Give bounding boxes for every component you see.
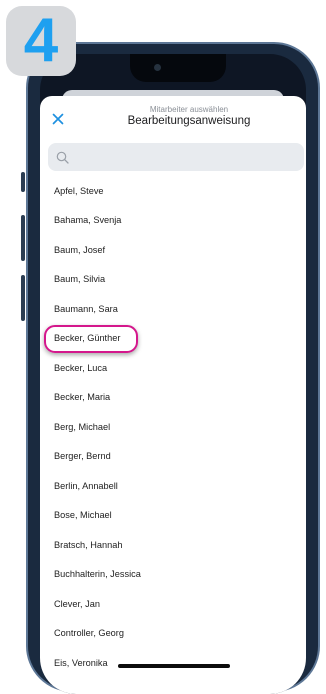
close-icon [52,113,64,125]
list-item[interactable]: Bahama, Svenja [40,206,306,236]
list-item[interactable]: Baum, Silvia [40,265,306,295]
employee-name: Bose, Michael [54,510,112,521]
employee-name: Berger, Bernd [54,451,111,462]
front-camera [154,64,161,71]
search-bar[interactable] [48,142,304,172]
employee-name: Bahama, Svenja [54,215,122,226]
step-badge: 4 [6,6,76,76]
header-title: Bearbeitungsanweisung [127,115,251,127]
employee-name: Becker, Luca [54,362,108,373]
list-item[interactable]: Controller, Georg [40,619,306,649]
close-button[interactable] [48,109,68,129]
phone-side-button-volume-down [21,275,25,321]
list-item[interactable]: Becker, Luca [40,353,306,383]
employee-name: Becker, Maria [54,392,111,403]
employee-name: Clever, Jan [54,598,100,609]
home-indicator [118,664,230,668]
employee-name: Eis, Veronika [54,657,108,668]
phone-notch [130,54,226,82]
phone-side-button-action [21,172,25,192]
employee-name: Becker, Günther [54,333,121,344]
list-item[interactable]: Buchhalterin, Jessica [40,560,306,590]
phone-side-button-volume-up [21,215,25,261]
phone-frame: Mitarbeiter auswählen Bearbeitungsanweis… [26,42,320,694]
list-item[interactable]: Baum, Josef [40,235,306,265]
employee-list: Apfel, Steve Bahama, Svenja Baum, Josef Bau… [40,176,306,678]
employee-name: Baum, Josef [54,244,106,255]
list-item[interactable]: Clever, Jan [40,589,306,619]
list-item[interactable]: Berg, Michael [40,412,306,442]
list-item[interactable]: Berger, Bernd [40,442,306,472]
list-item[interactable]: Becker, Maria [40,383,306,413]
employee-name: Berg, Michael [54,421,111,432]
phone-screen: Mitarbeiter auswählen Bearbeitungsanweis… [40,54,306,694]
list-item[interactable]: Bratsch, Hannah [40,530,306,560]
employee-name: Baum, Silvia [54,274,106,285]
employee-name: Apfel, Steve [54,185,104,196]
employee-name: Berlin, Annabell [54,480,118,491]
list-item[interactable]: Berlin, Annabell [40,471,306,501]
search-input[interactable] [69,142,304,172]
employee-picker-sheet: Mitarbeiter auswählen Bearbeitungsanweis… [40,96,306,694]
step-number: 4 [23,6,59,75]
list-item[interactable]: Apfel, Steve [40,176,306,206]
employee-name: Buchhalterin, Jessica [54,569,141,580]
list-item[interactable]: Bose, Michael [40,501,306,531]
list-item-highlighted[interactable]: Becker, Günther [40,324,306,354]
list-item[interactable]: Baumann, Sara [40,294,306,324]
employee-name: Baumann, Sara [54,303,118,314]
employee-name: Controller, Georg [54,628,124,639]
header-subtitle: Mitarbeiter auswählen [149,105,229,114]
list-item[interactable]: Eis, Veronika [40,648,306,678]
search-icon [56,151,69,164]
sheet-header: Mitarbeiter auswählen Bearbeitungsanweis… [40,96,306,138]
employee-name: Bratsch, Hannah [54,539,123,550]
